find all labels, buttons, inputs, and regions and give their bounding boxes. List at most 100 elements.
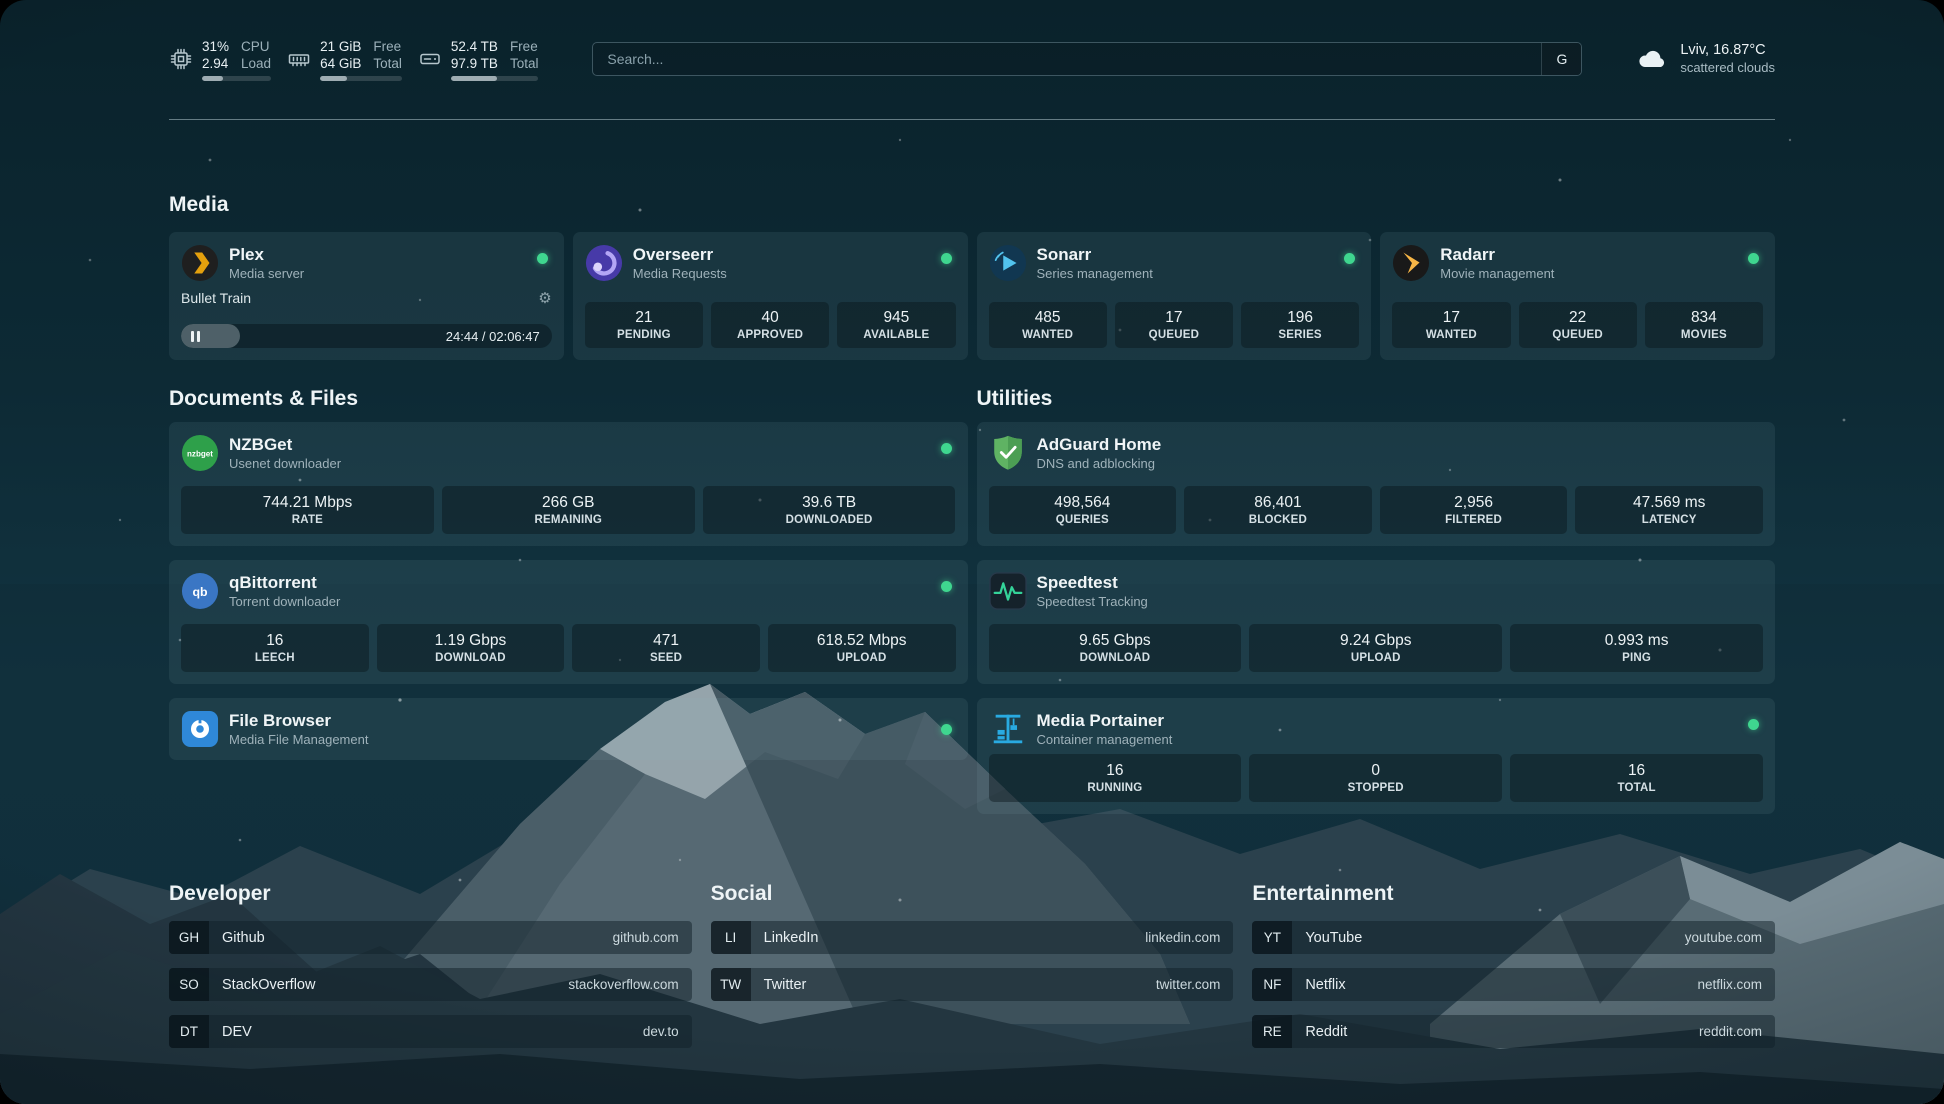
radarr-icon (1392, 244, 1430, 282)
adguard-icon (989, 434, 1027, 472)
stat-value: 1.19 Gbps (435, 632, 507, 650)
nzbget-card[interactable]: nzbget NZBGet Usenet downloader 744.21 M… (169, 422, 968, 546)
memory-progress-bar (320, 76, 402, 81)
qbittorrent-card[interactable]: qb qBittorrent Torrent downloader 16 LEE… (169, 560, 968, 684)
portainer-card[interactable]: Media Portainer Container management 16 … (977, 698, 1776, 814)
stat-label: FILTERED (1445, 514, 1502, 526)
cpu-load-label: Load (241, 55, 271, 72)
portainer-stat-stopped: 0 STOPPED (1249, 754, 1502, 802)
stat-label: STOPPED (1348, 782, 1404, 794)
bookmark-netflix[interactable]: NF Netflix netflix.com (1252, 968, 1775, 1001)
stat-value: 9.24 Gbps (1340, 632, 1412, 650)
plex-icon (181, 244, 219, 282)
stat-label: UPLOAD (1351, 652, 1401, 664)
adguard-stat-latency: 47.569 ms LATENCY (1575, 486, 1763, 534)
sonarr-subtitle: Series management (1037, 265, 1153, 282)
bookmark-name: Twitter (764, 977, 807, 993)
stat-value: 0.993 ms (1605, 632, 1669, 650)
bookmark-abbr: YT (1252, 921, 1292, 954)
filebrowser-card[interactable]: File Browser Media File Management (169, 698, 968, 760)
portainer-stat-running: 16 RUNNING (989, 754, 1242, 802)
disk-icon (418, 47, 442, 71)
stat-label: SERIES (1278, 329, 1321, 341)
settings-gear-icon[interactable]: ⚙ (538, 291, 551, 306)
stat-value: 16 (266, 632, 283, 650)
bookmark-name: YouTube (1305, 930, 1362, 946)
stat-label: TOTAL (1617, 782, 1655, 794)
plex-player-bar[interactable]: 24:44 / 02:06:47 (181, 324, 552, 348)
plex-card[interactable]: Plex Media server Bullet Train ⚙ 24:44 /… (169, 232, 564, 360)
weather-widget: Lviv, 16.87°C scattered clouds (1636, 41, 1775, 77)
bookmark-url: twitter.com (1156, 977, 1221, 992)
filebrowser-subtitle: Media File Management (229, 731, 368, 748)
stat-value: 86,401 (1254, 494, 1301, 512)
pause-icon[interactable] (191, 331, 200, 342)
stat-label: WANTED (1022, 329, 1073, 341)
stat-value: 266 GB (542, 494, 595, 512)
radarr-subtitle: Movie management (1440, 265, 1554, 282)
cpu-usage-value: 31% (202, 38, 229, 55)
stat-value: 471 (653, 632, 679, 650)
search-bar: G (592, 42, 1582, 76)
bookmark-reddit[interactable]: RE Reddit reddit.com (1252, 1015, 1775, 1048)
bookmark-dev[interactable]: DT DEV dev.to (169, 1015, 692, 1048)
stat-value: 196 (1287, 309, 1313, 327)
overseerr-stat-pending: 21 PENDING (585, 302, 703, 348)
stat-value: 17 (1165, 309, 1182, 327)
section-title-utilities: Utilities (977, 386, 1776, 412)
memory-total-label: Total (373, 55, 402, 72)
radarr-status-dot (1748, 253, 1759, 264)
qbittorrent-stat-download: 1.19 Gbps DOWNLOAD (377, 624, 565, 672)
topbar-divider (169, 119, 1775, 120)
stat-value: 47.569 ms (1633, 494, 1705, 512)
memory-total-value: 64 GiB (320, 55, 361, 72)
qbittorrent-status-dot (941, 581, 952, 592)
stat-value: 498,564 (1054, 494, 1110, 512)
cpu-progress-fill (202, 76, 223, 81)
stat-value: 618.52 Mbps (817, 632, 907, 650)
stat-label: SEED (650, 652, 682, 664)
cpu-load-value: 2.94 (202, 55, 229, 72)
cpu-usage-label: CPU (241, 38, 271, 55)
speedtest-subtitle: Speedtest Tracking (1037, 593, 1148, 610)
nzbget-name: NZBGet (229, 434, 341, 455)
sonarr-stat-series: 196 SERIES (1241, 302, 1359, 348)
section-title-social: Social (711, 881, 1234, 907)
stat-label: DOWNLOAD (1080, 652, 1151, 664)
qbittorrent-icon: qb (181, 572, 219, 610)
bookmark-abbr: GH (169, 921, 209, 954)
bookmark-name: Netflix (1305, 977, 1345, 993)
adguard-card[interactable]: AdGuard Home DNS and adblocking 498,564 … (977, 422, 1776, 546)
stat-label: DOWNLOAD (435, 652, 506, 664)
radarr-card[interactable]: Radarr Movie management 17 WANTED 22 QUE… (1380, 232, 1775, 360)
section-title-entertainment: Entertainment (1252, 881, 1775, 907)
stat-label: QUEUED (1149, 329, 1199, 341)
bookmark-twitter[interactable]: TW Twitter twitter.com (711, 968, 1234, 1001)
search-provider-button[interactable]: G (1541, 43, 1581, 75)
stat-label: WANTED (1426, 329, 1477, 341)
radarr-stat-wanted: 17 WANTED (1392, 302, 1510, 348)
overseerr-card[interactable]: Overseerr Media Requests 21 PENDING 40 A… (573, 232, 968, 360)
speedtest-card[interactable]: Speedtest Speedtest Tracking 9.65 Gbps D… (977, 560, 1776, 684)
sonarr-card[interactable]: Sonarr Series management 485 WANTED 17 Q… (977, 232, 1372, 360)
plex-subtitle: Media server (229, 265, 304, 282)
section-title-media: Media (169, 192, 1775, 218)
bookmark-stackoverflow[interactable]: SO StackOverflow stackoverflow.com (169, 968, 692, 1001)
cpu-widget: 31% 2.94 CPU Load (169, 38, 271, 81)
plex-playback-time: 24:44 / 02:06:47 (446, 329, 540, 344)
stat-label: UPLOAD (837, 652, 887, 664)
bookmark-abbr: NF (1252, 968, 1292, 1001)
filebrowser-icon (181, 710, 219, 748)
bookmark-github[interactable]: GH Github github.com (169, 921, 692, 954)
bookmark-youtube[interactable]: YT YouTube youtube.com (1252, 921, 1775, 954)
portainer-status-dot (1748, 719, 1759, 730)
stat-label: REMAINING (534, 514, 602, 526)
plex-name: Plex (229, 244, 304, 265)
speedtest-stat-ping: 0.993 ms PING (1510, 624, 1763, 672)
search-input[interactable] (593, 43, 1541, 75)
bookmark-linkedin[interactable]: LI LinkedIn linkedin.com (711, 921, 1234, 954)
adguard-name: AdGuard Home (1037, 434, 1162, 455)
qbittorrent-stat-upload: 618.52 Mbps UPLOAD (768, 624, 956, 672)
nzbget-status-dot (941, 443, 952, 454)
bookmark-url: netflix.com (1697, 977, 1762, 992)
